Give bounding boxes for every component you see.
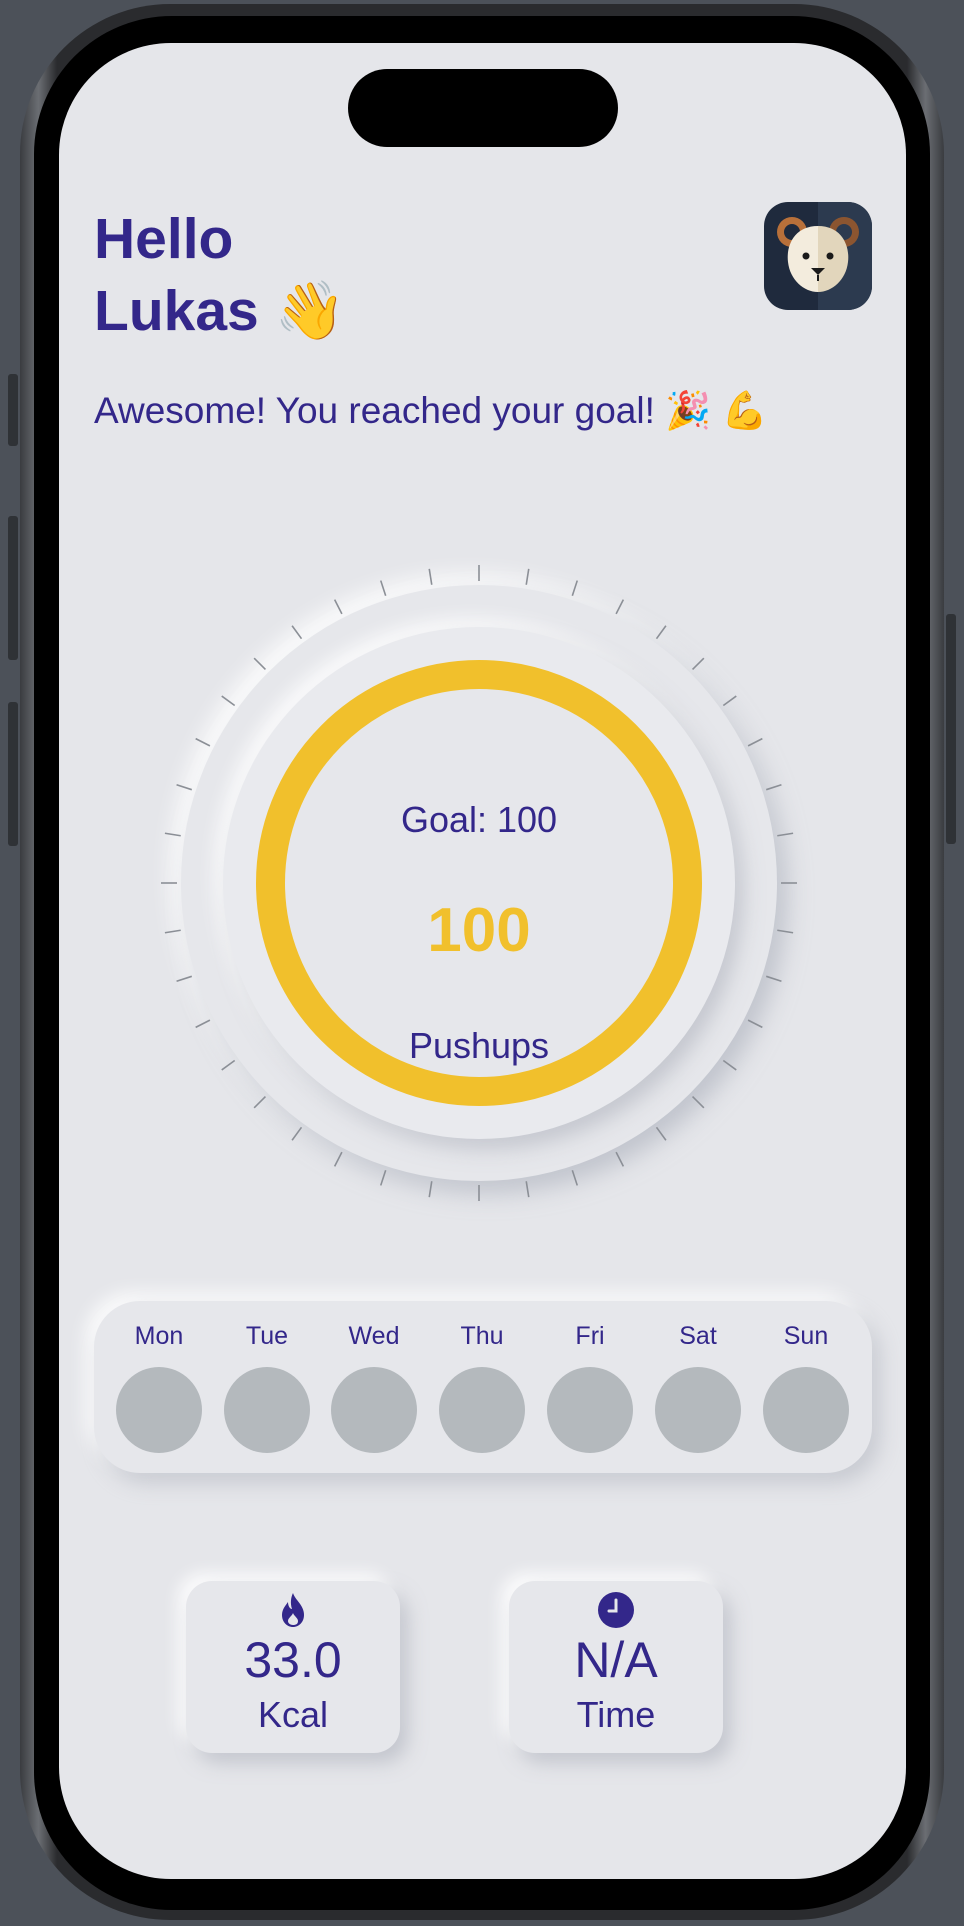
goal-status-message: Awesome! You reached your goal! 🎉 💪 <box>94 390 768 431</box>
dial-tick <box>291 625 303 640</box>
dial-tick <box>525 1181 530 1198</box>
day-tue[interactable]: Tue <box>224 1301 310 1473</box>
dynamic-island <box>348 69 618 147</box>
dial-tick <box>428 1181 433 1198</box>
dial-tick <box>615 599 625 615</box>
greeting-hello: Hello <box>94 207 234 271</box>
dial-tick <box>525 568 530 585</box>
dial-tick <box>333 599 343 615</box>
side-button <box>946 614 956 844</box>
dial-tick <box>428 568 433 585</box>
dial-tick <box>765 975 782 983</box>
time-card: N/A Time <box>509 1581 723 1753</box>
day-sun[interactable]: Sun <box>763 1301 849 1473</box>
bear-avatar-icon <box>777 202 872 310</box>
calories-label: Kcal <box>257 1694 329 1735</box>
day-status-indicator <box>655 1367 741 1453</box>
exercise-unit-label: Pushups <box>408 1025 550 1066</box>
side-button <box>8 516 18 660</box>
dial-tick <box>176 783 193 791</box>
weekly-streak-card: Mon Tue Wed Thu Fri Sat Sun <box>94 1301 872 1473</box>
greeting-name: Lukas 👋 <box>94 279 346 343</box>
app-screen: Hello Lukas 👋 Awesome! You reached your … <box>59 43 906 1879</box>
dial-tick <box>747 737 763 747</box>
clock-icon <box>598 1592 634 1628</box>
day-status-indicator <box>439 1367 525 1453</box>
dial-tick <box>195 737 211 747</box>
day-wed[interactable]: Wed <box>331 1301 417 1473</box>
day-thu[interactable]: Thu <box>439 1301 525 1473</box>
goal-label: Goal: 100 <box>400 799 558 840</box>
progress-dial: Goal: 100 100 Pushups <box>159 563 799 1203</box>
calories-value: 33.0 <box>244 1632 342 1688</box>
dial-tick <box>379 580 387 597</box>
side-button <box>8 374 18 446</box>
dial-tick <box>333 1151 343 1167</box>
dial-tick <box>691 1095 705 1109</box>
dial-tick <box>655 1126 667 1141</box>
time-label: Time <box>576 1694 656 1735</box>
day-status-indicator <box>331 1367 417 1453</box>
day-mon[interactable]: Mon <box>116 1301 202 1473</box>
dial-tick <box>291 1126 303 1141</box>
dial-tick <box>722 695 737 707</box>
day-status-indicator <box>547 1367 633 1453</box>
day-label: Sun <box>783 1322 829 1350</box>
dial-tick <box>571 580 579 597</box>
day-fri[interactable]: Fri <box>547 1301 633 1473</box>
flame-icon <box>282 1593 304 1627</box>
dial-tick <box>765 783 782 791</box>
dial-tick <box>655 625 667 640</box>
day-status-indicator <box>224 1367 310 1453</box>
calories-card: 33.0 Kcal <box>186 1581 400 1753</box>
dial-tick <box>253 657 267 671</box>
side-button <box>8 702 18 846</box>
day-status-indicator <box>116 1367 202 1453</box>
dial-tick <box>615 1151 625 1167</box>
time-value: N/A <box>574 1632 658 1688</box>
day-status-indicator <box>763 1367 849 1453</box>
dial-tick <box>379 1169 387 1186</box>
dial-tick <box>571 1169 579 1186</box>
profile-avatar-button[interactable] <box>764 202 872 310</box>
greeting: Hello Lukas 👋 <box>94 203 346 347</box>
dial-tick <box>221 695 236 707</box>
dial-tick <box>691 657 705 671</box>
dial-tick <box>253 1095 267 1109</box>
day-sat[interactable]: Sat <box>655 1301 741 1473</box>
pushup-count: 100 <box>427 896 531 965</box>
dial-tick <box>176 975 193 983</box>
